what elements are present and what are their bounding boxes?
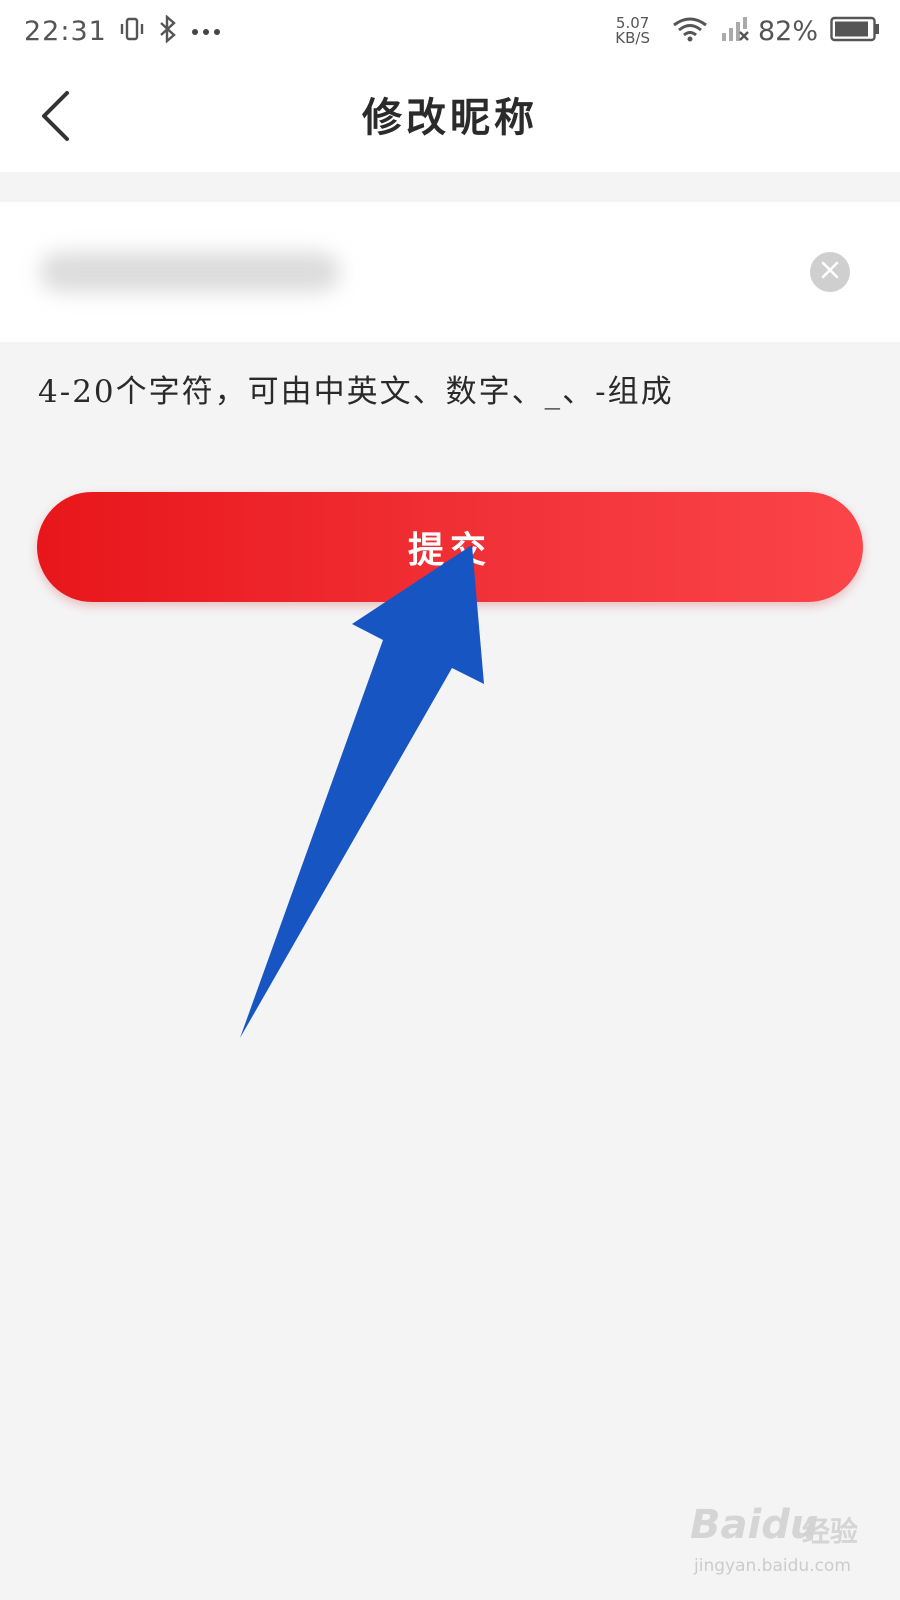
status-time: 22:31 <box>24 15 107 47</box>
page-title: 修改昵称 <box>362 94 538 141</box>
back-button[interactable] <box>30 88 80 148</box>
status-left: 22:31 <box>24 14 221 47</box>
chevron-left-icon <box>39 90 71 146</box>
status-right: 5.07 KB/S 82% <box>615 15 880 47</box>
battery-percent: 82% <box>757 15 818 47</box>
battery-icon <box>830 16 880 46</box>
watermark-brand: Baidu <box>690 1502 819 1548</box>
wifi-icon <box>672 15 708 47</box>
submit-button[interactable]: 提交 <box>37 492 863 602</box>
nav-bar: 修改昵称 <box>0 62 900 172</box>
clear-button[interactable] <box>810 252 850 292</box>
nickname-input[interactable] <box>36 238 736 306</box>
watermark-logo: Baidu 经验 jingyan.baidu.com <box>690 1502 870 1582</box>
watermark-url: jingyan.baidu.com <box>694 1556 851 1576</box>
nickname-hint: 4-20个字符，可由中英文、数字、_、-组成 <box>38 374 674 410</box>
more-dots-icon <box>191 22 221 41</box>
watermark-tag: 经验 <box>802 1515 859 1548</box>
net-speed: 5.07 KB/S <box>615 16 650 46</box>
signal-icon <box>720 15 750 47</box>
bluetooth-icon <box>157 14 179 47</box>
close-circle-icon <box>820 260 840 284</box>
net-speed-unit: KB/S <box>615 29 650 47</box>
status-bar: 22:31 5.07 KB/S 82% <box>0 0 900 62</box>
nickname-input-row <box>0 202 900 342</box>
vibrate-icon <box>119 16 145 46</box>
